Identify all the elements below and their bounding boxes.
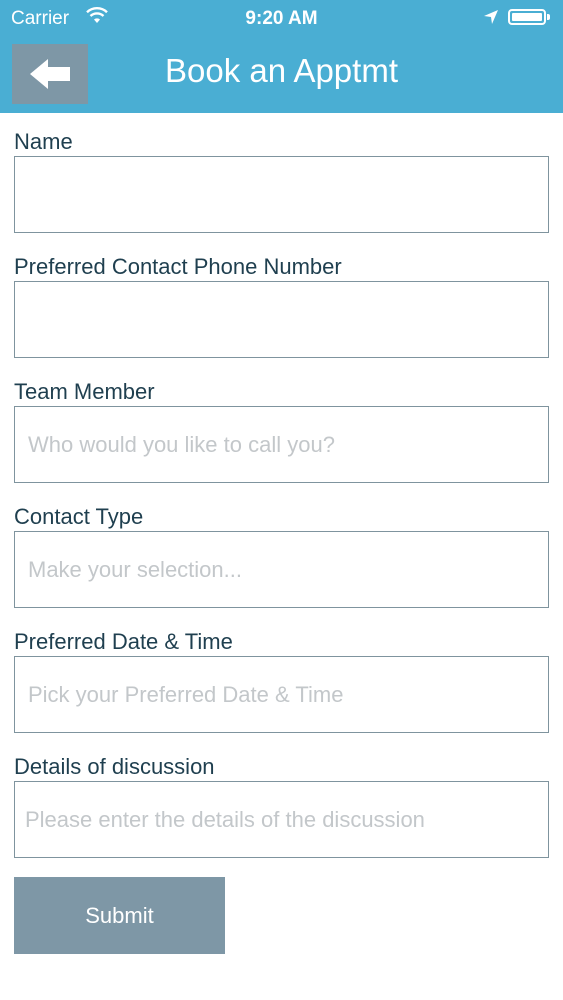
team-member-input[interactable]: Who would you like to call you? [14,406,549,483]
phone-input[interactable] [14,281,549,358]
contact-type-placeholder: Make your selection... [28,556,242,582]
phone-label: Preferred Contact Phone Number [14,254,342,279]
navigation-bar: Carrier 9:20 AM Book an Apptmt [0,0,563,113]
details-textarea[interactable]: Please enter the details of the discussi… [14,781,549,858]
name-input[interactable] [14,156,549,233]
team-member-placeholder: Who would you like to call you? [28,431,335,457]
contact-type-select[interactable]: Make your selection... [14,531,549,608]
battery-tip [547,14,550,20]
details-placeholder: Please enter the details of the discussi… [25,806,425,832]
page-title: Book an Apptmt [165,52,398,89]
team-member-label: Team Member [14,379,155,404]
status-time: 9:20 AM [245,8,318,29]
submit-button[interactable]: Submit [14,877,225,954]
details-label: Details of discussion [14,754,215,779]
battery-icon [508,9,546,25]
preferred-datetime-input[interactable]: Pick your Preferred Date & Time [14,656,549,733]
preferred-datetime-label: Preferred Date & Time [14,629,233,654]
name-label: Name [14,129,73,154]
location-arrow-icon [484,10,498,24]
status-bar: Carrier 9:20 AM [0,0,563,36]
contact-type-label: Contact Type [14,504,144,529]
preferred-datetime-placeholder: Pick your Preferred Date & Time [28,681,344,707]
